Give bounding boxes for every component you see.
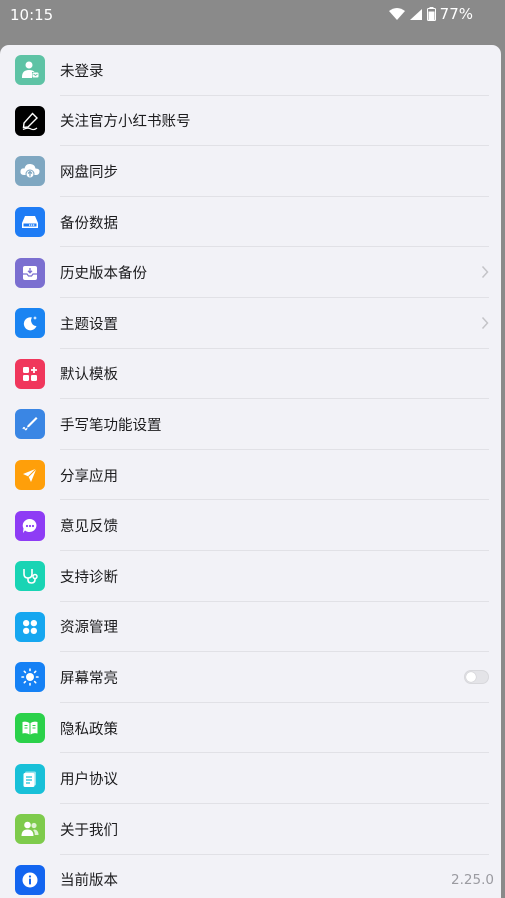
- menu-item-feedback[interactable]: 意见反馈: [0, 500, 501, 551]
- menu-item-privacy-policy[interactable]: 隐私政策: [0, 703, 501, 754]
- book-icon: [15, 713, 45, 744]
- menu-item-stylus-settings[interactable]: 手写笔功能设置: [0, 399, 501, 450]
- menu-item-label: 当前版本: [60, 873, 118, 890]
- menu-item-label: 资源管理: [60, 620, 118, 637]
- menu-item-resource-management[interactable]: 资源管理: [0, 602, 501, 653]
- menu-item-default-template[interactable]: 默认模板: [0, 349, 501, 400]
- menu-item-history-backup[interactable]: 历史版本备份: [0, 247, 501, 298]
- version-number: 2.25.0: [451, 871, 494, 888]
- keep-screen-on-toggle[interactable]: [464, 670, 489, 685]
- chevron-right-icon: [481, 266, 489, 279]
- history-box-icon: [15, 257, 45, 288]
- battery-percentage: 77%: [439, 5, 473, 23]
- pen-icon: [15, 105, 45, 136]
- menu-item-label: 分享应用: [60, 468, 118, 485]
- chevron-right-icon: [481, 316, 489, 329]
- sun-icon: [15, 662, 45, 693]
- menu-item-label: 隐私政策: [60, 721, 118, 738]
- menu-item-follow-xiaohongshu[interactable]: 关注官方小红书账号: [0, 96, 501, 147]
- menu-item-user-agreement[interactable]: 用户协议: [0, 753, 501, 804]
- menu-item-cloud-sync[interactable]: 网盘同步: [0, 146, 501, 197]
- cellular-signal-icon: [409, 8, 422, 20]
- menu-item-share-app[interactable]: 分享应用: [0, 450, 501, 501]
- menu-item-label: 未登录: [60, 63, 104, 80]
- menu-item-label: 用户协议: [60, 772, 118, 789]
- user-icon: [15, 55, 45, 86]
- menu-item-label: 支持诊断: [60, 569, 118, 586]
- menu-item-theme-settings[interactable]: 主题设置: [0, 298, 501, 349]
- menu-item-support-diagnostics[interactable]: 支持诊断: [0, 551, 501, 602]
- menu-item-label: 关注官方小红书账号: [60, 114, 191, 131]
- share-send-icon: [15, 460, 45, 491]
- status-time: 10:15: [10, 6, 54, 24]
- settings-sheet: 未登录 关注官方小红书账号 网盘同步 备份数据 历史版本备份 主题设置 默认模板…: [0, 45, 501, 898]
- menu-item-label: 手写笔功能设置: [60, 417, 162, 434]
- menu-item-label: 关于我们: [60, 822, 118, 839]
- status-bar: 10:15 77%: [0, 0, 505, 30]
- menu-item-label: 意见反馈: [60, 519, 118, 536]
- moon-icon: [15, 308, 45, 339]
- menu-item-login[interactable]: 未登录: [0, 45, 501, 96]
- menu-item-backup-data[interactable]: 备份数据: [0, 197, 501, 248]
- feedback-chat-icon: [15, 510, 45, 541]
- people-icon: [15, 814, 45, 845]
- menu-item-label: 默认模板: [60, 367, 118, 384]
- menu-item-label: 历史版本备份: [60, 266, 147, 283]
- wifi-icon: [388, 7, 405, 20]
- menu-item-current-version: 当前版本 2.25.0: [0, 855, 501, 898]
- menu-item-keep-screen-on[interactable]: 屏幕常亮: [0, 652, 501, 703]
- resource-grid-icon: [15, 611, 45, 642]
- cloud-sync-icon: [15, 156, 45, 187]
- stylus-icon: [15, 409, 45, 440]
- drive-icon: [15, 207, 45, 238]
- menu-item-label: 网盘同步: [60, 164, 118, 181]
- document-icon: [15, 763, 45, 794]
- info-icon: [15, 864, 45, 895]
- template-grid-icon: [15, 358, 45, 389]
- stethoscope-icon: [15, 561, 45, 592]
- battery-icon: [426, 7, 436, 21]
- menu-item-label: 备份数据: [60, 215, 118, 232]
- menu-item-about-us[interactable]: 关于我们: [0, 804, 501, 855]
- menu-item-label: 屏幕常亮: [60, 670, 118, 687]
- toggle-knob: [466, 672, 476, 683]
- menu-item-label: 主题设置: [60, 316, 118, 333]
